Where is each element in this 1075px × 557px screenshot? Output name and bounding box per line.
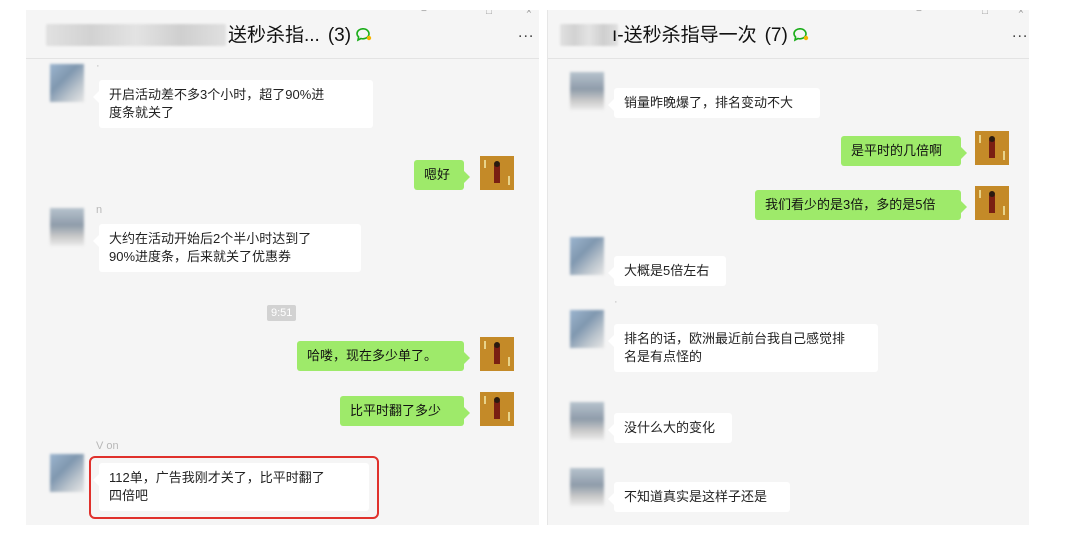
maximize-icon[interactable]: □ — [982, 10, 988, 17]
message-bubble-outgoing[interactable]: 嗯好 — [414, 160, 470, 190]
member-count: (3) — [327, 25, 352, 46]
avatar[interactable] — [50, 208, 84, 246]
chat-title[interactable]: 送秒杀指... (3) — [228, 20, 373, 47]
avatar[interactable] — [50, 64, 84, 102]
member-count: (7) — [764, 25, 788, 46]
message-bubble[interactable]: 销量昨晚爆了，排名变动不大 — [608, 88, 820, 118]
group-chat-icon[interactable] — [355, 28, 373, 42]
group-chat-icon[interactable] — [792, 28, 810, 42]
left-chat-window: 送秒杀指... (3) ... − □ × · 开启活动差不多3个小时，超了90%… — [26, 10, 539, 525]
sender-name: n — [96, 204, 103, 216]
sender-name: · — [96, 60, 100, 72]
timestamp: 9:51 — [267, 305, 297, 321]
chat-title[interactable]: ı-送秒杀指导一次 (7) — [612, 20, 810, 47]
message-bubble[interactable]: 排名的话，欧洲最近前台我自己感觉排 名是有点怪的 — [608, 324, 878, 372]
message-bubble[interactable]: 大约在活动开始后2个半小时达到了 90%进度条，后来就关了优惠券 — [93, 224, 361, 272]
message-bubble-outgoing[interactable]: 比平时翻了多少 — [340, 396, 470, 426]
sender-name: V on — [96, 440, 119, 452]
chat-title-text: ı-送秒杀指导一次 — [612, 25, 757, 46]
message-bubble-outgoing[interactable]: 哈喽，现在多少单了。 — [297, 341, 470, 371]
more-icon[interactable]: ... — [1012, 24, 1028, 42]
minimize-icon[interactable]: − — [916, 10, 922, 17]
right-chat-window: ı-送秒杀指导一次 (7) ... − □ × 销量昨晚爆了，排名变动不大 是平时… — [547, 10, 1029, 525]
my-avatar[interactable] — [975, 186, 1009, 220]
red-highlight-box — [89, 456, 379, 519]
message-bubble[interactable]: 没什么大的变化 — [608, 413, 732, 443]
chat-title-text: 送秒杀指... — [228, 25, 320, 46]
my-avatar[interactable] — [975, 131, 1009, 165]
my-avatar[interactable] — [480, 156, 514, 190]
close-icon[interactable]: × — [1018, 10, 1024, 17]
close-icon[interactable]: × — [526, 10, 532, 17]
chat-header: 送秒杀指... (3) ... − □ × — [26, 10, 539, 59]
avatar[interactable] — [570, 72, 604, 110]
minimize-icon[interactable]: − — [421, 10, 427, 17]
avatar[interactable] — [570, 310, 604, 348]
message-bubble-outgoing[interactable]: 是平时的几倍啊 — [841, 136, 967, 166]
chat-header: ı-送秒杀指导一次 (7) ... − □ × — [548, 10, 1029, 59]
avatar[interactable] — [570, 237, 604, 275]
my-avatar[interactable] — [480, 392, 514, 426]
avatar[interactable] — [50, 454, 84, 492]
message-bubble-outgoing[interactable]: 我们看少的是3倍，多的是5倍 — [755, 190, 967, 220]
avatar[interactable] — [570, 468, 604, 506]
message-bubble[interactable]: 开启活动差不多3个小时，超了90%进 度条就关了 — [93, 80, 373, 128]
sender-name: · — [614, 296, 618, 308]
blurred-group-name — [560, 24, 618, 46]
maximize-icon[interactable]: □ — [486, 10, 492, 17]
blurred-group-name — [46, 24, 226, 46]
message-bubble[interactable]: 大概是5倍左右 — [608, 256, 726, 286]
more-icon[interactable]: ... — [518, 24, 534, 42]
avatar[interactable] — [570, 402, 604, 440]
message-bubble[interactable]: 不知道真实是这样子还是 — [608, 482, 790, 512]
my-avatar[interactable] — [480, 337, 514, 371]
